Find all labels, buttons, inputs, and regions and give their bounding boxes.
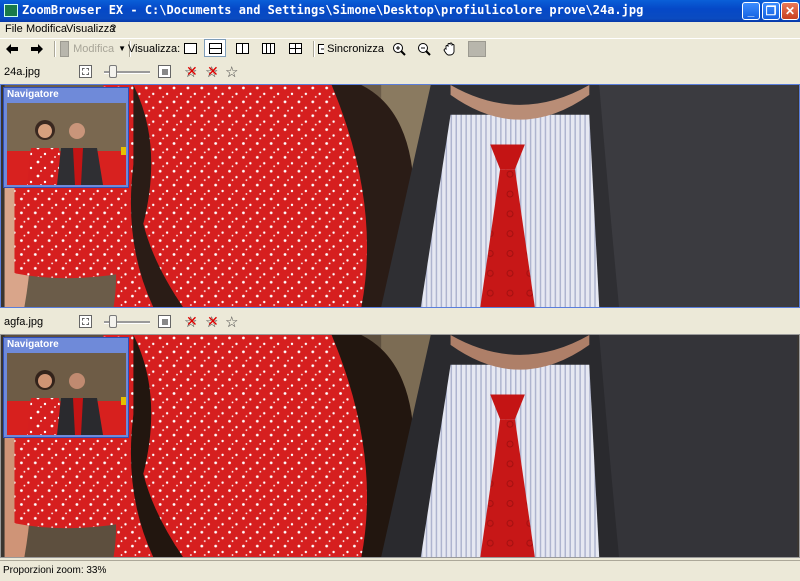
view-three-column-button[interactable] bbox=[257, 39, 279, 57]
actual-size-icon[interactable] bbox=[158, 315, 171, 328]
hand-icon bbox=[443, 42, 455, 55]
window-title: ZoomBrowser EX - C:\Documents and Settin… bbox=[22, 3, 644, 17]
arrow-right-icon bbox=[31, 43, 43, 54]
app-icon bbox=[4, 4, 18, 17]
menu-file[interactable]: File bbox=[5, 23, 23, 35]
fit-to-window-icon[interactable] bbox=[79, 65, 92, 78]
navigator-preview bbox=[7, 103, 126, 185]
fit-to-window-icon[interactable] bbox=[79, 315, 92, 328]
zoom-in-icon bbox=[393, 42, 406, 56]
split-horizontal-icon bbox=[209, 43, 222, 54]
panel-2-zoom-slider[interactable] bbox=[104, 315, 150, 328]
panel-2-navigator[interactable]: Navigatore bbox=[3, 337, 129, 438]
single-view-icon bbox=[184, 43, 197, 54]
panel-2-header: agfa.jpg ☆ ✕ ☆ ✕ ☆ bbox=[0, 310, 800, 334]
navigator-title: Navigatore bbox=[7, 339, 59, 350]
back-button[interactable] bbox=[3, 39, 21, 58]
fullscreen-button[interactable] bbox=[467, 39, 487, 58]
modifica-button[interactable]: Modifica ▼ bbox=[60, 39, 126, 58]
star-remove-icon[interactable]: ☆ ✕ bbox=[184, 63, 198, 81]
star-remove-icon[interactable]: ☆ ✕ bbox=[184, 313, 198, 331]
navigator-title: Navigatore bbox=[7, 89, 59, 100]
chevron-down-icon: ▼ bbox=[118, 44, 126, 53]
fullscreen-icon bbox=[468, 40, 486, 57]
split-vertical-icon bbox=[236, 43, 249, 54]
menu-help[interactable]: ? bbox=[110, 23, 116, 35]
star-remove-icon[interactable]: ☆ ✕ bbox=[205, 313, 219, 331]
main-toolbar: Modifica ▼ Visualizza: Sincronizza bbox=[0, 38, 800, 59]
forward-button[interactable] bbox=[28, 39, 46, 58]
minimize-button[interactable]: _ bbox=[742, 2, 760, 20]
panel-1-header: 24a.jpg ☆ ✕ ☆ ✕ ☆ bbox=[0, 60, 800, 84]
view-single-button[interactable] bbox=[179, 39, 201, 57]
panel-2-image-view[interactable]: Navigatore bbox=[0, 334, 800, 558]
zoom-in-button[interactable] bbox=[389, 39, 409, 58]
menu-visualizza[interactable]: Visualizza bbox=[66, 23, 115, 35]
zoom-status-text: Proporzioni zoom: 33% bbox=[3, 565, 107, 576]
navigator-thumbnail[interactable] bbox=[7, 353, 126, 435]
sincronizza-label: Sincronizza bbox=[327, 42, 384, 55]
panel-2-filename: agfa.jpg bbox=[4, 316, 44, 328]
panel-1-image-view[interactable]: Navigatore bbox=[0, 84, 800, 308]
three-column-icon bbox=[262, 43, 275, 54]
menu-modifica[interactable]: Modifica bbox=[26, 23, 67, 35]
zoom-out-icon bbox=[418, 42, 431, 56]
menu-bar: File Modifica Visualizza ? bbox=[0, 22, 800, 38]
star-icon[interactable]: ☆ bbox=[225, 313, 238, 331]
edit-image-icon bbox=[60, 40, 70, 57]
view-split-vertical-button[interactable] bbox=[231, 39, 253, 57]
panel-2-zoom-thumb[interactable] bbox=[109, 315, 117, 328]
panel-1-navigator[interactable]: Navigatore bbox=[3, 87, 129, 188]
view-grid-button[interactable] bbox=[284, 39, 306, 57]
panel-1-zoom-slider[interactable] bbox=[104, 65, 150, 78]
title-bar: ZoomBrowser EX - C:\Documents and Settin… bbox=[0, 0, 800, 22]
panel-1-filename: 24a.jpg bbox=[4, 66, 41, 78]
navigator-preview bbox=[7, 353, 126, 435]
zoom-out-button[interactable] bbox=[414, 39, 434, 58]
actual-size-icon[interactable] bbox=[158, 65, 171, 78]
status-bar: Proporzioni zoom: 33% bbox=[0, 560, 800, 581]
arrow-left-icon bbox=[6, 43, 18, 54]
grid-icon bbox=[289, 43, 302, 54]
maximize-button[interactable]: ❐ bbox=[762, 2, 780, 20]
navigator-thumbnail[interactable] bbox=[7, 103, 126, 185]
star-remove-icon[interactable]: ☆ ✕ bbox=[205, 63, 219, 81]
close-button[interactable]: ✕ bbox=[781, 2, 799, 20]
pan-button[interactable] bbox=[440, 39, 460, 58]
star-icon[interactable]: ☆ bbox=[225, 63, 238, 81]
sync-icon bbox=[318, 43, 325, 54]
panel-1-zoom-thumb[interactable] bbox=[109, 65, 117, 78]
modifica-label: Modifica bbox=[73, 42, 115, 55]
sincronizza-button[interactable]: Sincronizza bbox=[318, 39, 384, 58]
view-split-horizontal-button[interactable] bbox=[204, 39, 226, 57]
visualizza-label: Visualizza: bbox=[127, 42, 181, 55]
